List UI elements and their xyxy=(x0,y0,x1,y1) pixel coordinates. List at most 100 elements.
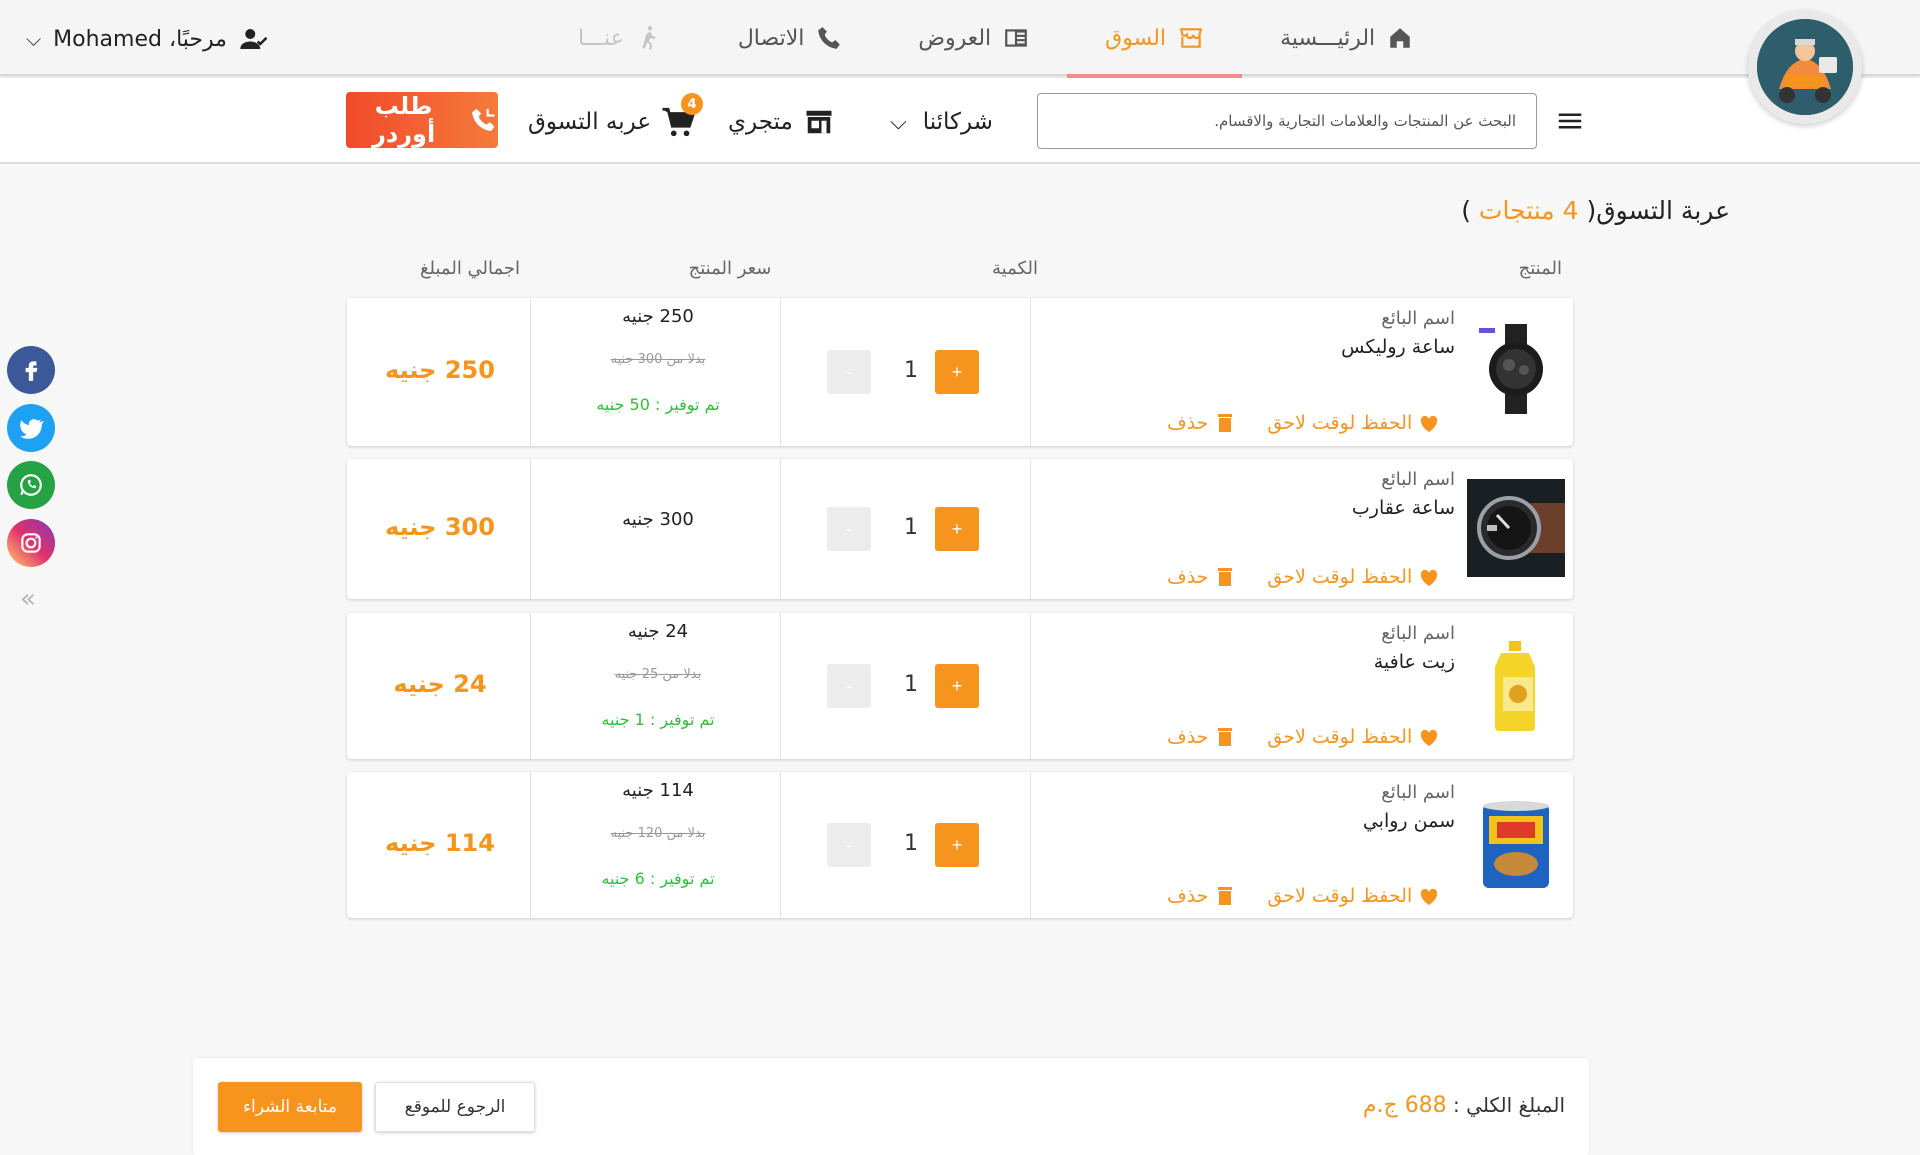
heart-icon xyxy=(1421,888,1438,905)
home-icon xyxy=(1390,28,1410,48)
tab-home[interactable]: الرئيـــسية xyxy=(1242,0,1451,76)
search-input[interactable] xyxy=(1037,93,1537,149)
save-for-later-button[interactable]: الحفظ لوقت لاحق xyxy=(1267,565,1441,589)
storefront-icon xyxy=(806,110,832,134)
twitter-icon xyxy=(20,419,44,439)
user-check-icon xyxy=(240,29,268,49)
quantity-increase-button[interactable]: + xyxy=(935,664,979,708)
store-icon xyxy=(1179,28,1203,48)
seller-name: اسم البائع xyxy=(1381,308,1455,329)
tab-home-label: الرئيـــسية xyxy=(1280,25,1376,51)
tab-about-label: عنـــا xyxy=(578,25,624,51)
place-order-label: طلب أوردر xyxy=(372,92,436,148)
save-for-later-label: الحفظ لوقت لاحق xyxy=(1267,412,1413,434)
column-divider xyxy=(1030,613,1031,759)
delete-item-button[interactable]: حذف xyxy=(1167,725,1237,749)
saving-amount: تم توفير : 6 جنيه xyxy=(601,869,715,888)
chevron-down-icon: ⌵ xyxy=(26,27,42,51)
product-image-watch[interactable] xyxy=(1467,320,1565,418)
product-image-oil-bottle[interactable] xyxy=(1467,637,1565,735)
old-price: بدلا من 120 جنيه xyxy=(610,826,706,841)
delete-item-button[interactable]: حذف xyxy=(1167,565,1237,589)
header-quantity: الكمية xyxy=(992,258,1038,279)
search-bar-row: ⌵ شركائنا متجري عربه التسوق 4 طلب أوردر xyxy=(0,78,1920,164)
tab-about[interactable]: عنـــا xyxy=(540,0,700,76)
product-name[interactable]: ساعة عقارب xyxy=(1352,497,1455,519)
cart-icon-wrapper: 4 xyxy=(661,93,704,139)
tab-contact[interactable]: الاتصال xyxy=(700,0,881,76)
seller-name: اسم البائع xyxy=(1381,782,1455,803)
row-total: 114 جنيه xyxy=(385,829,495,857)
my-store-link[interactable]: متجري xyxy=(728,102,835,142)
facebook-share-button[interactable] xyxy=(7,346,55,394)
tab-offers[interactable]: العروض xyxy=(880,0,1067,76)
cart-title-suffix: ) xyxy=(1461,196,1479,225)
row-actions: الحفظ لوقت لاحق حذف xyxy=(1167,565,1441,589)
instagram-share-button[interactable] xyxy=(7,519,55,567)
quantity-decrease-button[interactable]: - xyxy=(827,350,871,394)
chevron-down-icon: ⌵ xyxy=(890,109,907,135)
quantity-decrease-button[interactable]: - xyxy=(827,507,871,551)
cart-title: عربة التسوق( 4 منتجات ) xyxy=(1400,196,1730,225)
twitter-share-button[interactable] xyxy=(7,404,55,452)
back-to-site-button[interactable]: الرجوع للموقع xyxy=(375,1082,535,1132)
quantity-increase-button[interactable]: + xyxy=(935,350,979,394)
save-for-later-button[interactable]: الحفظ لوقت لاحق xyxy=(1267,411,1441,435)
product-image-ghee-tin[interactable] xyxy=(1467,796,1565,894)
unit-price: 114 جنيه xyxy=(622,780,694,801)
header-product: المنتج xyxy=(1518,258,1562,279)
heart-icon xyxy=(1421,729,1438,746)
quantity-decrease-button[interactable]: - xyxy=(827,823,871,867)
product-name[interactable]: سمن روابي xyxy=(1363,810,1455,832)
facebook-icon xyxy=(25,361,38,381)
quantity-increase-button[interactable]: + xyxy=(935,507,979,551)
save-for-later-button[interactable]: الحفظ لوقت لاحق xyxy=(1267,725,1441,749)
header-total: اجمالي المبلغ xyxy=(419,258,521,279)
quantity-increase-button[interactable]: + xyxy=(935,823,979,867)
tab-market[interactable]: السوق xyxy=(1067,0,1242,78)
delete-label: حذف xyxy=(1167,412,1209,434)
heart-icon xyxy=(1421,415,1438,432)
seller-name: اسم البائع xyxy=(1381,469,1455,490)
unit-price: 250 جنيه xyxy=(622,306,694,327)
unit-price: 300 جنيه xyxy=(622,509,694,530)
quantity-decrease-button[interactable]: - xyxy=(827,664,871,708)
shopping-cart-link[interactable]: عربه التسوق 4 xyxy=(528,93,704,142)
quantity-value: 1 xyxy=(904,672,918,697)
site-logo[interactable] xyxy=(1748,10,1862,124)
row-total: 250 جنيه xyxy=(385,356,495,384)
product-image-analog-watch[interactable] xyxy=(1467,479,1565,577)
cart-title-prefix: عربة التسوق( xyxy=(1586,196,1731,225)
product-name[interactable]: زيت عافية xyxy=(1374,651,1455,673)
row-actions: الحفظ لوقت لاحق حذف xyxy=(1167,411,1441,435)
whatsapp-share-button[interactable] xyxy=(7,461,55,509)
hamburger-menu-icon[interactable] xyxy=(1555,106,1585,136)
save-for-later-label: الحفظ لوقت لاحق xyxy=(1267,885,1413,907)
trash-icon xyxy=(1218,728,1233,746)
column-divider xyxy=(1030,459,1031,599)
place-order-button[interactable]: طلب أوردر xyxy=(346,92,498,148)
partners-label: شركائنا xyxy=(922,109,993,135)
row-actions: الحفظ لوقت لاحق حذف xyxy=(1167,725,1441,749)
user-greeting: مرحبًا، Mohamed xyxy=(53,26,227,52)
product-name[interactable]: ساعة روليكس xyxy=(1341,336,1455,358)
delete-label: حذف xyxy=(1167,566,1209,588)
phone-order-icon xyxy=(472,108,495,132)
tab-contact-label: الاتصال xyxy=(737,25,805,51)
instagram-icon xyxy=(21,533,41,553)
collapse-social-icon[interactable]: « xyxy=(20,584,36,614)
logo-delivery-icon xyxy=(1757,19,1853,115)
column-divider xyxy=(1030,772,1031,918)
checkout-bar: المبلغ الكلي : 688 ج.م الرجوع للموقع متا… xyxy=(193,1058,1589,1155)
checkout-button[interactable]: متابعة الشراء xyxy=(218,1082,362,1132)
save-for-later-button[interactable]: الحفظ لوقت لاحق xyxy=(1267,884,1441,908)
user-menu[interactable]: ⌵ مرحبًا، Mohamed xyxy=(26,22,269,56)
partners-dropdown[interactable]: ⌵ شركائنا xyxy=(890,102,993,142)
delete-label: حذف xyxy=(1167,885,1209,907)
trash-icon xyxy=(1218,887,1233,905)
grand-total-amount: 688 ج.م xyxy=(1362,1093,1447,1118)
delete-item-button[interactable]: حذف xyxy=(1167,411,1237,435)
tab-offers-label: العروض xyxy=(918,25,992,51)
trash-icon xyxy=(1218,568,1233,586)
delete-item-button[interactable]: حذف xyxy=(1167,884,1237,908)
